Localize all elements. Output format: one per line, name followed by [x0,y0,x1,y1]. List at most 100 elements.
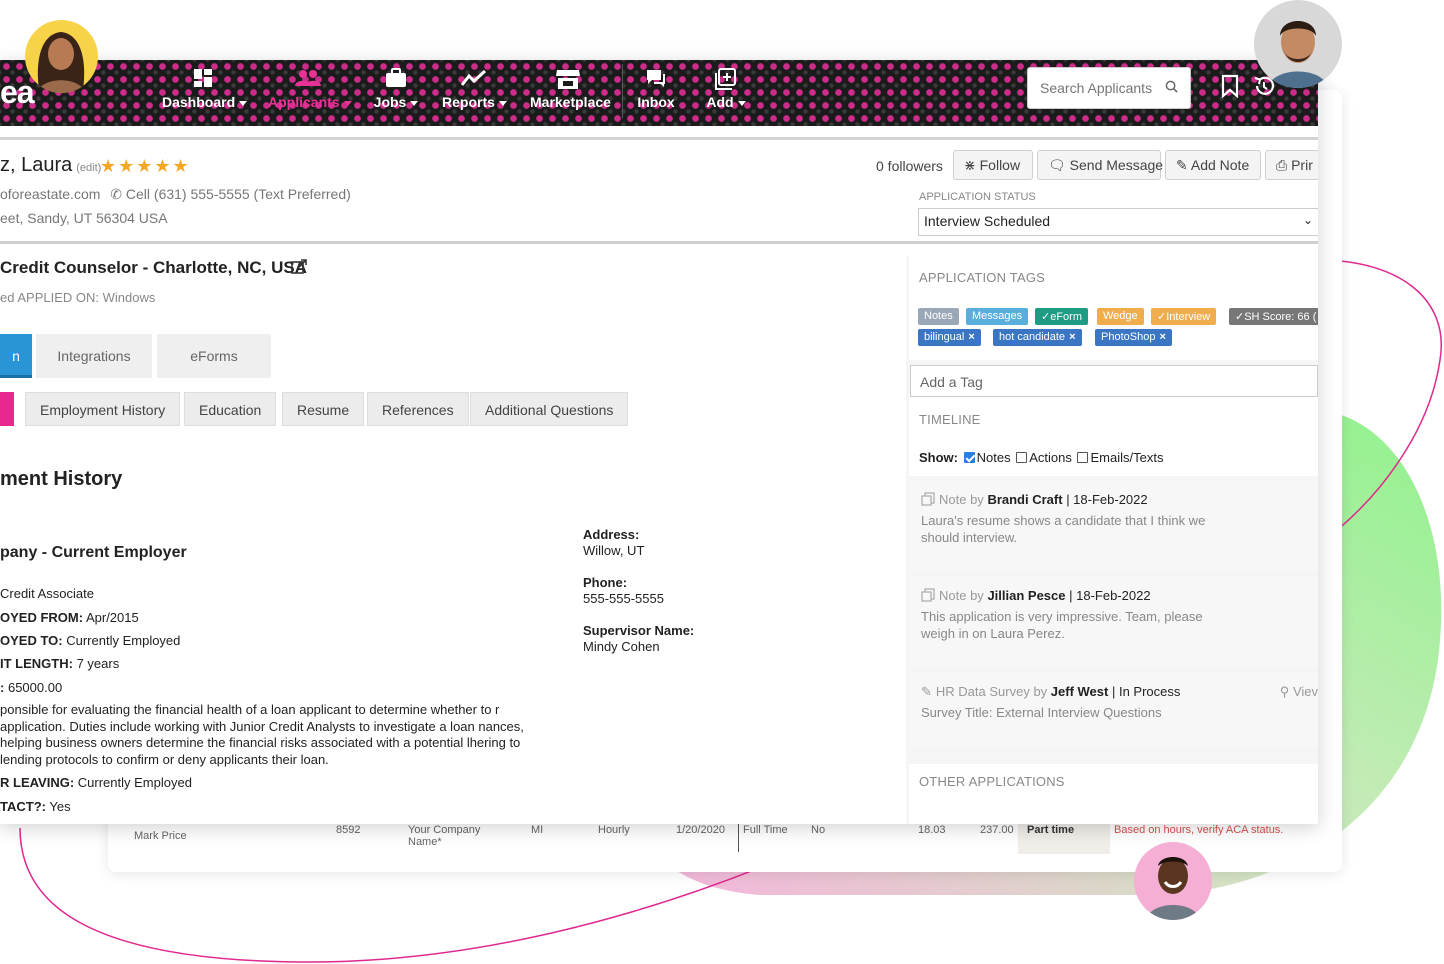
app-logo[interactable]: ea [0,74,35,111]
user-tag-photoshop[interactable]: PhotoShop × [1095,329,1172,346]
job-position: Credit Associate [0,586,94,601]
candidate-phone[interactable]: Cell (631) 555-5555 (Text Preferred) [126,186,351,202]
remove-tag-icon[interactable]: × [1159,331,1165,343]
subtab-resume[interactable]: Resume [282,392,365,426]
subtab-references[interactable]: References [367,392,469,426]
tab-integrations[interactable]: Integrations [36,334,152,378]
top-navigation-bar: ea Dashboard Applicants Jobs Reports Mar… [0,60,1318,126]
view-survey-link[interactable]: ⚲ Viev [1280,684,1318,700]
tag-messages[interactable]: Messages [966,308,1029,325]
user-tag-bilingual[interactable]: bilingual × [918,329,981,346]
send-message-label: Send Message [1069,157,1164,173]
note-body: Laura's resume shows a candidate that I … [921,513,1206,545]
edit-icon: ✎ [921,684,932,699]
send-message-button[interactable]: 🗨 Send Message [1037,150,1164,180]
avatar-man-smiling [1134,842,1212,920]
timeline-note: Note by Brandi Craft | 18-Feb-2022 Laura… [909,480,1318,572]
filter-notes-checkbox[interactable] [963,452,975,463]
user-tag-hot-candidate[interactable]: hot candidate × [993,329,1082,346]
nav-applicants-label: Applicants [268,94,340,110]
nav-marketplace[interactable]: Marketplace [530,68,611,118]
avatar-woman [25,20,98,93]
tab-eforms[interactable]: eForms [157,334,271,378]
employed-from: OYED FROM: Apr/2015 [0,610,139,625]
address-label: Address: [583,527,640,542]
tag-wedge[interactable]: Wedge [1097,308,1144,325]
filter-emails-checkbox[interactable] [1077,452,1089,463]
nav-add[interactable]: Add [704,68,748,118]
bookmark-icon[interactable] [1220,74,1240,98]
candidate-address: eet, Sandy, UT 56304 USA [0,210,168,226]
follow-button[interactable]: ⋇ Follow [953,150,1033,180]
other-applications-title: OTHER APPLICATIONS [919,774,1065,789]
rss-icon: ⋇ [964,157,976,173]
subtab-employment-history[interactable]: Employment History [25,392,181,426]
tab-application[interactable]: n [0,334,32,378]
cell-note: Based on hours, verify ACA status. [1114,824,1284,836]
nav-dashboard[interactable]: Dashboard [162,68,248,118]
survey-title: Survey Title: External Interview Questio… [921,705,1162,720]
add-note-button[interactable]: ✎ Add Note [1165,150,1261,180]
may-contact: TACT?: Yes [0,799,71,814]
remove-tag-icon[interactable]: × [968,331,974,343]
cell-hours: 237.00 [980,824,1014,836]
application-status-select[interactable]: Interview Scheduled ⌄ [918,208,1318,236]
subtab-additional-questions[interactable]: Additional Questions [470,392,629,426]
show-label: Show: [919,450,958,465]
nav-reports[interactable]: Reports [442,68,507,118]
note-author[interactable]: Brandi Craft [987,492,1062,507]
survey-author[interactable]: Jeff West [1051,684,1109,699]
dashboard-icon [162,68,244,94]
comments-icon: 🗨 [1048,157,1066,173]
cell-emp-type: Full Time [743,824,788,836]
subtab-education[interactable]: Education [184,392,277,426]
add-note-label: Add Note [1190,157,1250,173]
tag-notes[interactable]: Notes [918,308,959,325]
chevron-down-icon: ⌄ [1302,213,1313,227]
remove-tag-icon[interactable]: × [1069,331,1075,343]
candidate-contact: oforeastate.com ✆ Cell (631) 555-5555 (T… [0,186,351,203]
nav-applicants[interactable]: Applicants [268,68,352,118]
edit-name-link[interactable]: (edit) [76,162,101,174]
search-icon[interactable] [1165,80,1178,93]
applicants-icon [268,68,348,94]
search-applicants-field[interactable] [1027,67,1191,109]
filter-actions-checkbox[interactable] [1016,452,1028,463]
job-title[interactable]: Credit Counselor - Charlotte, NC, USA [0,258,307,278]
copy-icon [921,588,935,602]
tag-sh-score[interactable]: ✓SH Score: 66 ( [1229,308,1318,325]
edit-icon: ✎ [1176,157,1188,173]
salary: : 65000.00 [0,680,63,695]
cell-id: 8592 [336,824,361,836]
subtab-active[interactable] [0,392,14,426]
nav-inbox[interactable]: Inbox [636,68,676,118]
address-value: Willow, UT [583,543,645,558]
chat-icon [636,68,676,94]
nav-jobs[interactable]: Jobs [372,68,420,118]
cell-name: Mark Price [134,830,187,842]
candidate-name-text: z, Laura [0,154,73,176]
tag-interview[interactable]: ✓Interview [1151,308,1217,325]
filter-actions-label: Actions [1029,450,1072,465]
cell-pay-type: Hourly [598,824,630,836]
phone-icon: ✆ [110,186,123,202]
rating-stars[interactable]: ★★★★★ [100,156,191,177]
add-tag-input[interactable]: Add a Tag [910,365,1318,397]
candidate-name: z, Laura (edit) [0,154,101,177]
print-label: Prir [1291,157,1313,173]
nav-divider [622,64,623,118]
briefcase-icon [372,68,420,94]
copy-icon [921,492,935,506]
job-description: ponsible for evaluating the financial he… [0,702,524,767]
search-input[interactable] [1040,80,1160,96]
employed-to: OYED TO: Currently Employed [0,633,181,648]
employer-name: pany - Current Employer [0,544,187,561]
reason-leaving: R LEAVING: Currently Employed [0,775,192,790]
print-button[interactable]: ⎙ Prir [1265,150,1318,180]
external-link-icon[interactable] [290,258,308,276]
nav-add-label: Add [706,94,734,110]
filter-notes-label: Notes [976,450,1011,465]
note-author[interactable]: Jillian Pesce [987,588,1065,603]
candidate-email[interactable]: oforeastate.com [0,186,100,202]
tag-eform[interactable]: ✓eForm [1035,308,1088,325]
